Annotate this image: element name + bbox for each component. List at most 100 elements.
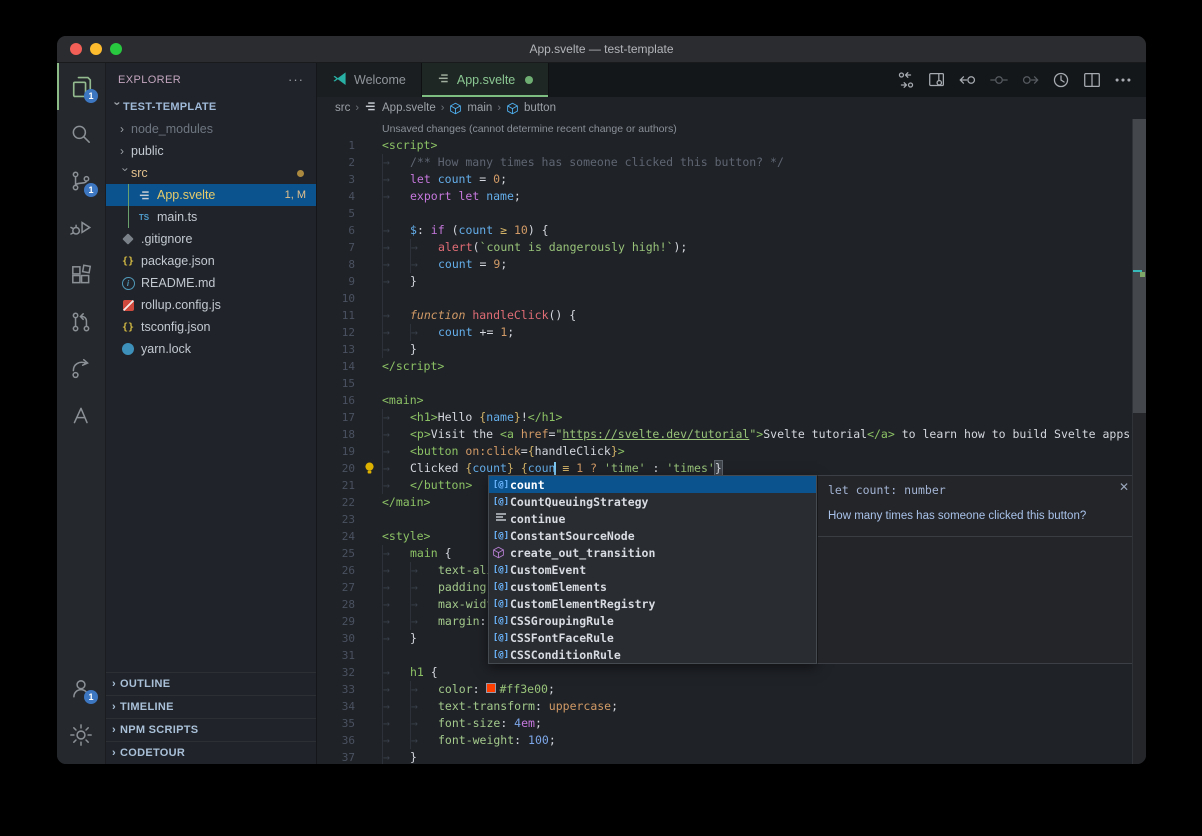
line-content[interactable]: →$: if (count ≥ 10) { <box>382 222 549 239</box>
line-content[interactable] <box>382 290 410 307</box>
code-line-3: 3→let count = 0; <box>317 171 1146 188</box>
tab-app-svelte[interactable]: App.svelte <box>422 63 549 97</box>
line-content[interactable]: →→font-weight: 100; <box>382 732 556 749</box>
tree-item-main-ts[interactable]: TSmain.ts <box>106 206 316 228</box>
suggestion-cssconditionrule[interactable]: [@]CSSConditionRule <box>489 646 816 663</box>
line-content[interactable]: <main> <box>382 392 424 409</box>
scrollbar-thumb[interactable] <box>1133 119 1146 413</box>
line-content[interactable]: →→color: #ff3e00; <box>382 681 555 698</box>
keyword-icon <box>492 512 510 526</box>
line-content[interactable]: →→font-size: 4em; <box>382 715 542 732</box>
line-content[interactable]: →</button> <box>382 477 472 494</box>
titlebar[interactable]: App.svelte — test-template <box>57 36 1146 63</box>
tree-item-node-modules[interactable]: ›node_modules <box>106 118 316 140</box>
line-content[interactable]: →function handleClick() { <box>382 307 576 324</box>
line-content[interactable]: →→alert(`count is dangerously high!`); <box>382 239 687 256</box>
open-preview-icon[interactable] <box>926 69 948 91</box>
tree-item-root[interactable]: › TEST-TEMPLATE <box>106 96 316 118</box>
accounts-icon[interactable]: 1 <box>57 664 105 711</box>
breadcrumb-label: App.svelte <box>382 102 436 114</box>
tree-item-yarn-lock[interactable]: yarn.lock <box>106 338 316 360</box>
breadcrumb-item-src[interactable]: src <box>335 102 350 114</box>
suggestion-count[interactable]: [@]count <box>489 476 816 493</box>
suggestion-constantsourcenode[interactable]: [@]ConstantSourceNode <box>489 527 816 544</box>
tree-item-tsconfig-json[interactable]: {}tsconfig.json <box>106 316 316 338</box>
suggestion-label: CSSFontFaceRule <box>510 631 614 645</box>
tree-item-package-json[interactable]: {}package.json <box>106 250 316 272</box>
tab-welcome[interactable]: Welcome <box>317 63 422 97</box>
more-actions-icon[interactable] <box>1112 69 1134 91</box>
breadcrumb-item-main[interactable]: main <box>449 102 492 115</box>
line-content[interactable]: →→count = 9; <box>382 256 507 273</box>
line-content[interactable]: →} <box>382 273 417 290</box>
line-content[interactable]: →/** How many times has someone clicked … <box>382 154 784 171</box>
live-share-icon[interactable] <box>57 345 105 392</box>
suggestion-create_out_transition[interactable]: create_out_transition <box>489 544 816 561</box>
line-content[interactable]: →→text-transform: uppercase; <box>382 698 618 715</box>
panel-codetour[interactable]: ›CODETOUR <box>106 741 316 764</box>
suggestion-cssfontfacerule[interactable]: [@]CSSFontFaceRule <box>489 629 816 646</box>
previous-change-icon[interactable] <box>957 69 979 91</box>
suggestion-customelementregistry[interactable]: [@]CustomElementRegistry <box>489 595 816 612</box>
code-line-13: 13→} <box>317 341 1146 358</box>
line-content[interactable]: <style> <box>382 528 430 545</box>
search-icon[interactable] <box>57 110 105 157</box>
source-control-icon[interactable]: 1 <box>57 157 105 204</box>
panel-npm-scripts[interactable]: ›NPM SCRIPTS <box>106 718 316 741</box>
suggestion-label: CountQueuingStrategy <box>510 495 648 509</box>
suggestion-countqueuingstrategy[interactable]: [@]CountQueuingStrategy <box>489 493 816 510</box>
tree-item-src[interactable]: ›src <box>106 162 316 184</box>
extensions-icon[interactable] <box>57 251 105 298</box>
azure-icon[interactable] <box>57 392 105 439</box>
breadcrumb-label: src <box>335 102 350 114</box>
breadcrumb-item-button[interactable]: button <box>506 102 556 115</box>
line-content[interactable]: →main { <box>382 545 452 562</box>
explorer-icon[interactable]: 1 <box>57 63 105 110</box>
line-content[interactable]: →h1 { <box>382 664 438 681</box>
line-content[interactable]: </script> <box>382 358 444 375</box>
line-content[interactable]: →} <box>382 630 417 647</box>
color-swatch[interactable] <box>486 683 496 693</box>
chevron-right-icon: › <box>120 122 131 136</box>
settings-icon[interactable] <box>57 711 105 758</box>
suggest-detail-header: let count: number How many times has som… <box>818 476 1136 537</box>
line-content[interactable]: →} <box>382 749 417 764</box>
line-content[interactable]: →<button on:click={handleClick}> <box>382 443 625 460</box>
open-changes-icon[interactable] <box>895 69 917 91</box>
suggestion-customevent[interactable]: [@]CustomEvent <box>489 561 816 578</box>
panel-timeline[interactable]: ›TIMELINE <box>106 695 316 718</box>
run-debug-icon[interactable] <box>57 204 105 251</box>
codelens[interactable]: Unsaved changes (cannot determine recent… <box>382 122 1146 137</box>
close-icon[interactable]: ✕ <box>1119 480 1129 494</box>
more-actions-icon[interactable]: ··· <box>288 72 304 87</box>
line-content[interactable]: →let count = 0; <box>382 171 507 188</box>
tree-item-app-svelte[interactable]: App.svelte1, M <box>106 184 316 206</box>
breadcrumb-item-app-svelte[interactable]: App.svelte <box>364 100 436 116</box>
run-clock-icon[interactable] <box>1050 69 1072 91</box>
scrollbar[interactable] <box>1132 119 1146 764</box>
github-pr-icon[interactable] <box>57 298 105 345</box>
line-content[interactable]: →export let name; <box>382 188 521 205</box>
yarn-icon <box>120 343 136 355</box>
window-title: App.svelte — test-template <box>57 42 1146 56</box>
tree-item--gitignore[interactable]: .gitignore <box>106 228 316 250</box>
tree-item-public[interactable]: ›public <box>106 140 316 162</box>
suggestion-continue[interactable]: continue <box>489 510 816 527</box>
suggestion-cssgroupingrule[interactable]: [@]CSSGroupingRule <box>489 612 816 629</box>
line-content[interactable]: →<p>Visit the <a href="https://svelte.de… <box>382 426 1146 443</box>
line-content[interactable] <box>382 647 410 664</box>
tree-item-readme-md[interactable]: iREADME.md <box>106 272 316 294</box>
split-editor-icon[interactable] <box>1081 69 1103 91</box>
code-line-11: 11→function handleClick() { <box>317 307 1146 324</box>
line-content[interactable]: →<h1>Hello {name}!</h1> <box>382 409 562 426</box>
code-editor[interactable]: Unsaved changes (cannot determine recent… <box>317 119 1146 764</box>
line-content[interactable] <box>382 205 410 222</box>
line-content[interactable]: →} <box>382 341 417 358</box>
line-content[interactable]: <script> <box>382 137 437 154</box>
line-content[interactable]: </main> <box>382 494 430 511</box>
tree-item-rollup-config-js[interactable]: rollup.config.js <box>106 294 316 316</box>
line-content[interactable]: →→count += 1; <box>382 324 514 341</box>
lightbulb-icon[interactable] <box>363 461 376 480</box>
panel-outline[interactable]: ›OUTLINE <box>106 672 316 695</box>
suggestion-customelements[interactable]: [@]customElements <box>489 578 816 595</box>
